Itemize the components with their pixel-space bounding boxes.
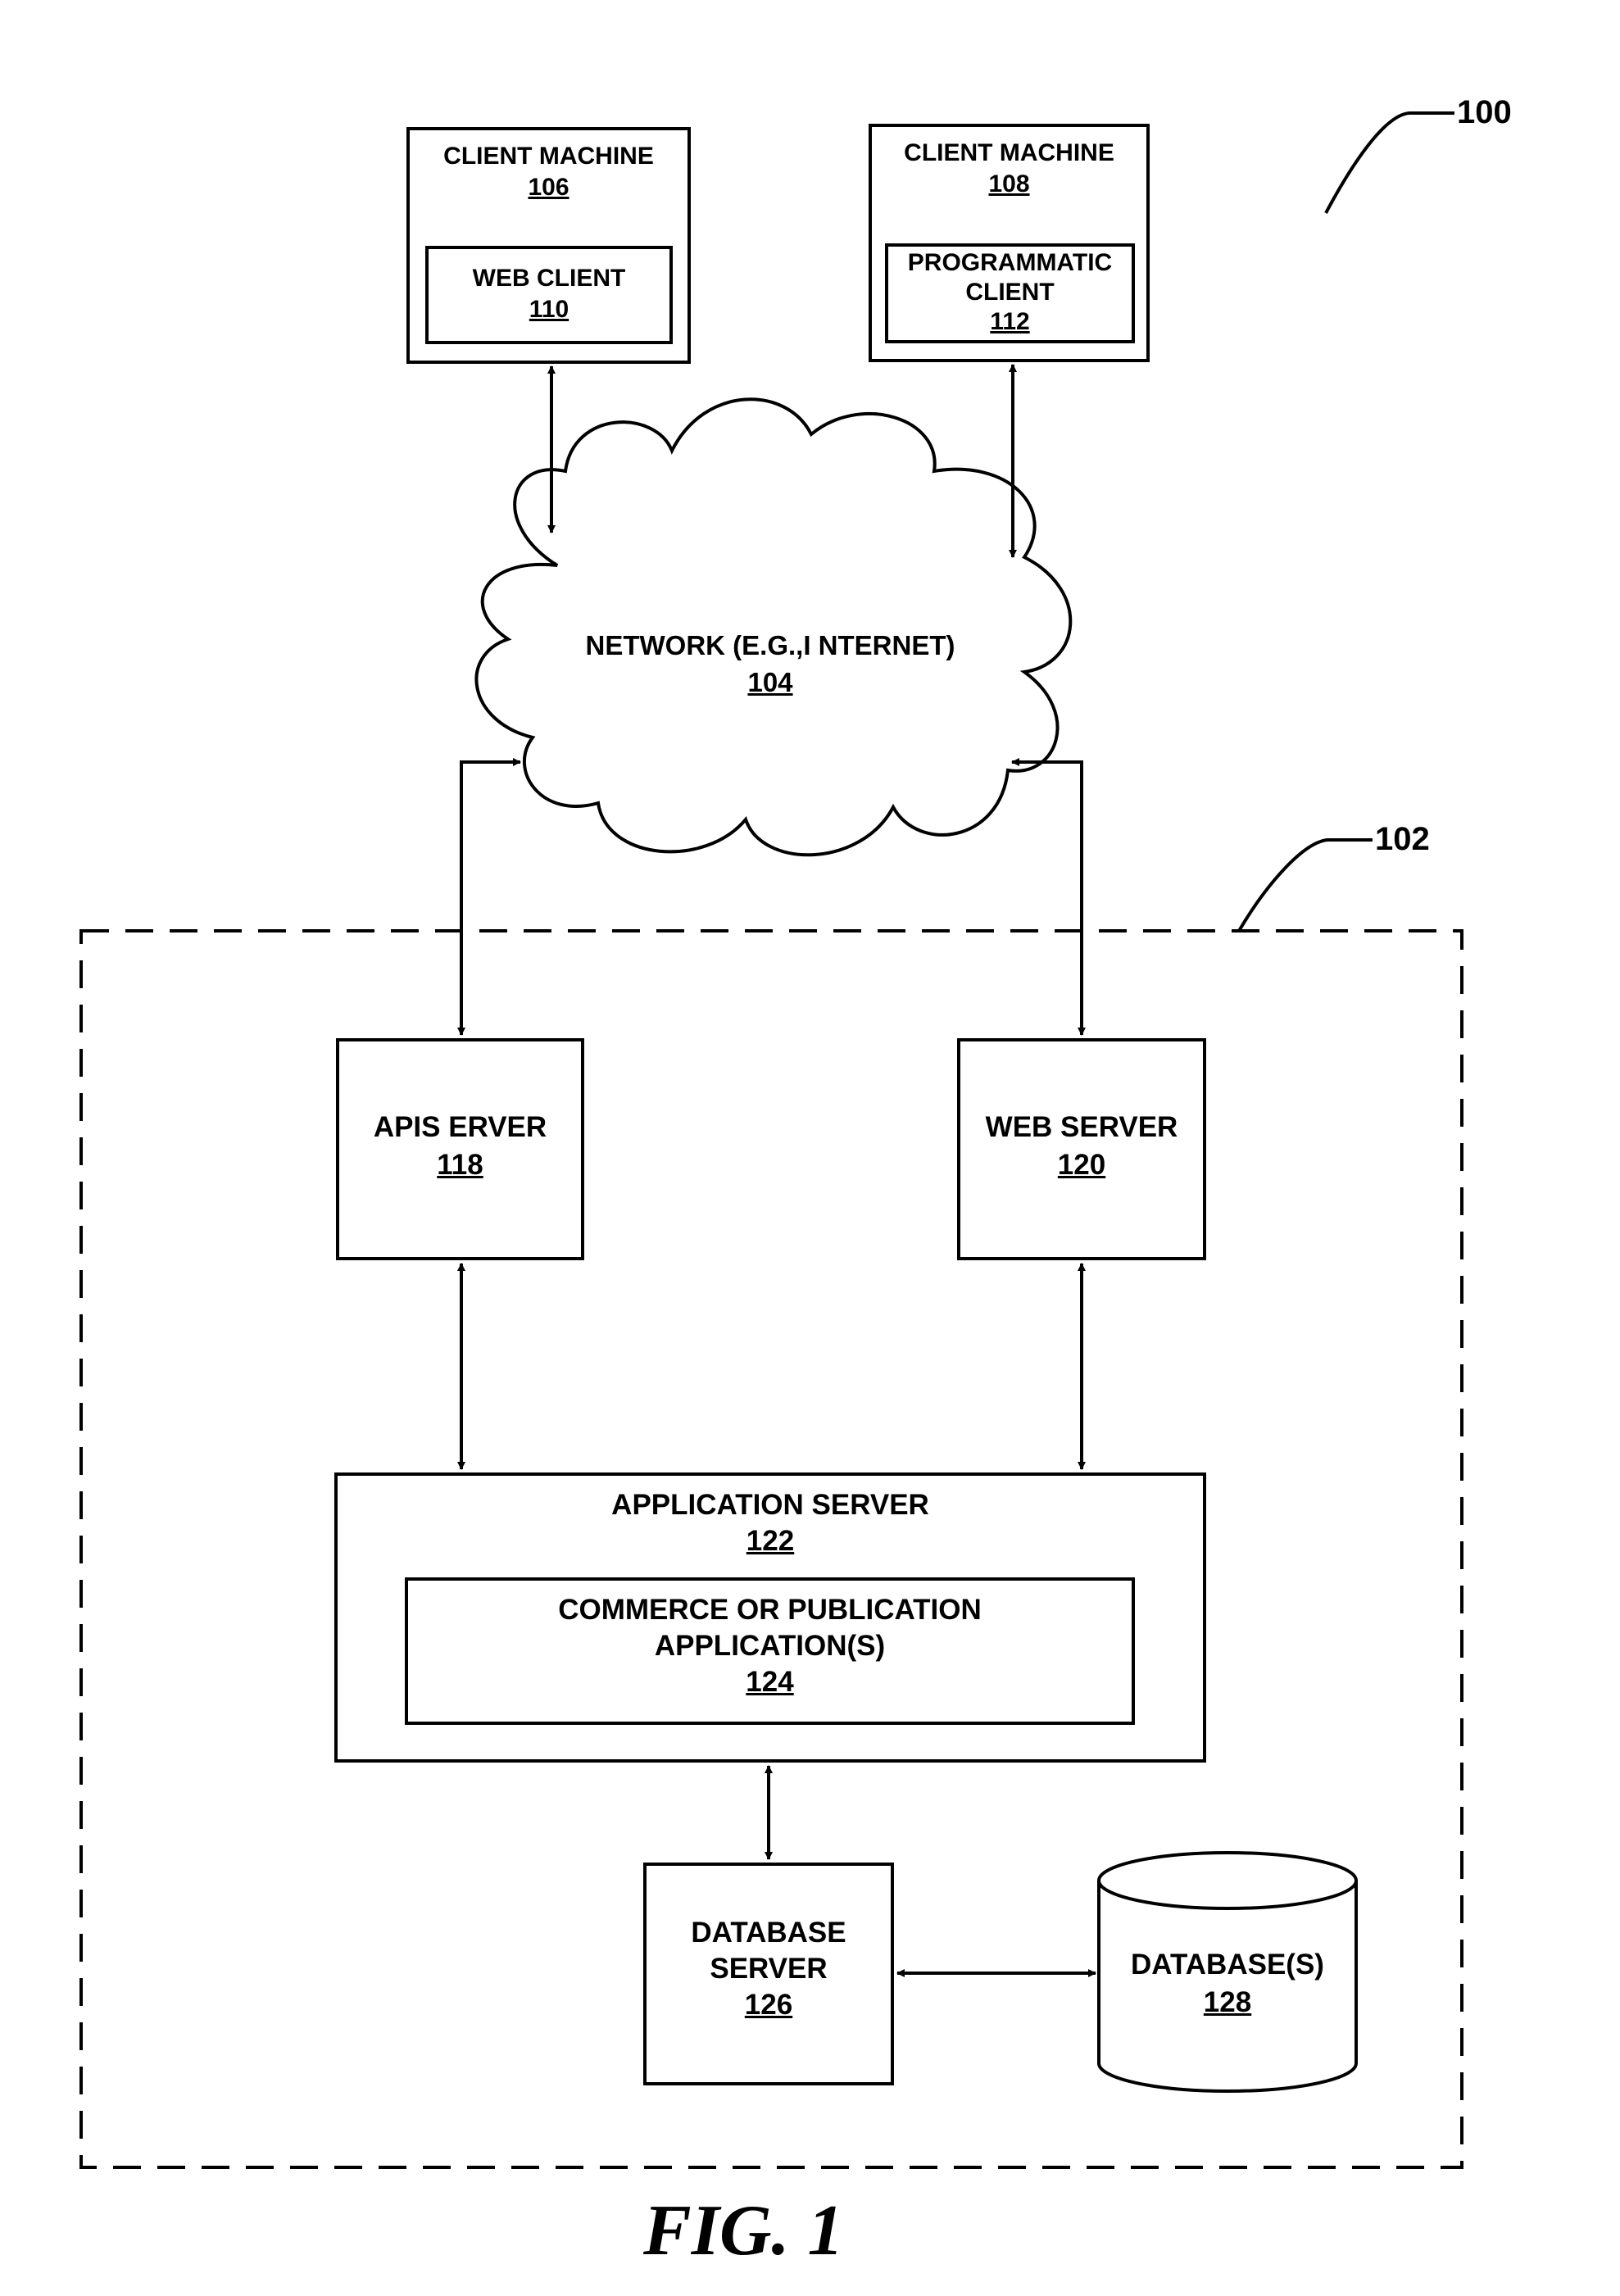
client-machine-106-number: 106 <box>528 174 569 201</box>
application-server-number: 122 <box>746 1525 795 1557</box>
arrow-network-web <box>1011 758 1086 1036</box>
programmatic-client-title-1: PROGRAMMATIC <box>907 249 1113 276</box>
client-machine-106: CLIENT MACHINE 106 WEB CLIENT 110 <box>406 127 691 364</box>
commerce-app-title-2: APPLICATION(S) <box>654 1630 886 1662</box>
client-machine-108-number: 108 <box>988 170 1030 197</box>
database-server-title-2: SERVER <box>710 1953 828 1985</box>
network-title: NETWORK (E.G.,I NTERNET) <box>585 630 955 660</box>
api-server-118: APIS ERVER 118 <box>336 1038 584 1260</box>
api-server-title: APIS ERVER <box>373 1111 547 1143</box>
database-server-126: DATABASE SERVER 126 <box>643 1863 894 2085</box>
application-server-title: APPLICATION SERVER <box>611 1489 929 1521</box>
leader-100 <box>1324 111 1454 214</box>
commerce-app-title-1: COMMERCE OR PUBLICATION <box>558 1594 982 1626</box>
application-server-122: APPLICATION SERVER 122 COMMERCE OR PUBLI… <box>334 1472 1206 1763</box>
web-client-110: WEB CLIENT 110 <box>425 246 673 344</box>
programmatic-client-112: PROGRAMMATIC CLIENT 112 <box>885 243 1135 343</box>
programmatic-client-number: 112 <box>990 308 1030 335</box>
client-machine-106-title: CLIENT MACHINE <box>443 143 654 170</box>
client-machine-108: CLIENT MACHINE 108 PROGRAMMATIC CLIENT 1… <box>869 124 1150 362</box>
database-server-number: 126 <box>744 1989 793 2021</box>
ref-102: 102 <box>1375 821 1430 857</box>
network-number: 104 <box>747 667 793 697</box>
commerce-app-number: 124 <box>746 1666 794 1698</box>
database-number: 128 <box>1203 1986 1252 2018</box>
web-server-number: 120 <box>1057 1149 1106 1181</box>
arrow-network-api <box>457 758 521 1036</box>
patent-figure: 100 102 CLIENT MACHINE 106 WEB CLIENT 11… <box>0 0 1620 2296</box>
leader-102 <box>1237 838 1373 932</box>
figure-caption: FIG. 1 <box>643 2191 844 2271</box>
network-cloud <box>474 397 1073 857</box>
database-title: DATABASE(S) <box>1131 1949 1324 1981</box>
ref-100: 100 <box>1457 94 1512 130</box>
programmatic-client-title-2: CLIENT <box>965 279 1055 306</box>
web-server-title: WEB SERVER <box>985 1111 1178 1143</box>
web-server-120: WEB SERVER 120 <box>957 1038 1206 1260</box>
database-server-title-1: DATABASE <box>691 1917 846 1949</box>
web-client-title: WEB CLIENT <box>472 265 626 292</box>
web-client-number: 110 <box>529 296 569 323</box>
client-machine-108-title: CLIENT MACHINE <box>904 139 1114 166</box>
commerce-publication-applications-124: COMMERCE OR PUBLICATION APPLICATION(S) 1… <box>405 1577 1135 1725</box>
api-server-number: 118 <box>437 1149 483 1181</box>
